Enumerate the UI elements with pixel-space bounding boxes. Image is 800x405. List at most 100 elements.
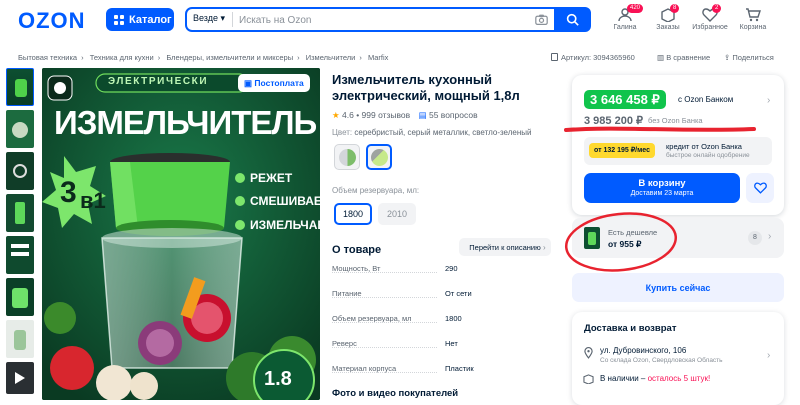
postpay-badge[interactable]: ▣ Постоплата bbox=[238, 74, 310, 92]
breadcrumb-item[interactable]: Marfix bbox=[368, 53, 388, 62]
thumbnail[interactable] bbox=[6, 152, 34, 190]
nav-cart[interactable]: Корзина bbox=[735, 8, 771, 31]
image-badge: ЭЛЕКТРИЧЕСКИ bbox=[108, 76, 209, 87]
customer-media-heading: Фото и видео покупателей bbox=[332, 388, 459, 399]
search-scope-select[interactable]: Везде ▾ bbox=[193, 13, 225, 24]
spec-row: Мощность, Вт 290 bbox=[332, 264, 458, 273]
questions-icon: ▤ bbox=[418, 110, 427, 120]
volume-option-selected[interactable]: 1800 bbox=[334, 203, 372, 225]
image-headline: ИЗМЕЛЬЧИТЕЛЬ bbox=[54, 104, 317, 141]
catalog-button[interactable]: Каталог bbox=[106, 8, 174, 31]
card-price[interactable]: 3 646 458 ₽ bbox=[584, 90, 666, 109]
image-in-one: в1 bbox=[80, 188, 106, 213]
delivery-date: Доставим 23 марта bbox=[630, 190, 694, 197]
credit-title: кредит от Ozon Банка bbox=[666, 142, 742, 151]
camera-icon[interactable] bbox=[535, 13, 548, 26]
stock-left: осталось 5 штук! bbox=[647, 374, 711, 383]
thumbnail[interactable] bbox=[6, 320, 34, 358]
rating-row: ★ 4.6 • 999 отзывов ▤ 55 вопросов bbox=[332, 110, 478, 120]
spec-row: Объем резервуара, мл 1800 bbox=[332, 314, 462, 323]
chevron-right-icon[interactable]: › bbox=[543, 243, 546, 252]
color-swatch-selected[interactable] bbox=[366, 144, 392, 170]
nav-label: Заказы bbox=[656, 24, 680, 31]
volume-option[interactable]: 2010 bbox=[378, 203, 416, 225]
credit-offer[interactable]: от 132 195 ₽/мес кредит от Ozon Банка бы… bbox=[584, 137, 772, 165]
thumbnail[interactable] bbox=[6, 194, 34, 232]
thumbnail[interactable] bbox=[6, 68, 34, 106]
cheaper-title: Есть дешевле bbox=[608, 228, 658, 237]
nav-favorites[interactable]: 2 Избранное bbox=[692, 4, 728, 31]
credit-amount: от 132 195 ₽/мес bbox=[589, 143, 655, 158]
color-row: Цвет: серебристый, серый металлик, светл… bbox=[332, 128, 532, 137]
catalog-label: Каталог bbox=[129, 13, 172, 26]
location-pin-icon bbox=[584, 347, 593, 359]
chevron-right-icon[interactable]: › bbox=[767, 350, 770, 361]
nav-label: Галина bbox=[613, 24, 637, 31]
color-swatch[interactable] bbox=[334, 144, 360, 170]
compare-link[interactable]: ▥ В сравнение bbox=[657, 53, 710, 62]
thumbnail[interactable] bbox=[6, 278, 34, 316]
search-input[interactable] bbox=[239, 11, 519, 29]
spec-row: Реверс Нет bbox=[332, 339, 458, 348]
cart-label: В корзину bbox=[638, 178, 686, 189]
regular-price-label: без Ozon Банка bbox=[648, 116, 703, 125]
play-icon bbox=[15, 372, 25, 384]
product-title: Измельчитель кухонный электрический, мощ… bbox=[332, 72, 520, 103]
orders-badge: 8 bbox=[670, 4, 680, 13]
ozon-logo[interactable]: OZON bbox=[18, 8, 86, 34]
delivery-warehouse: Со склада Ozon, Свердловская Область bbox=[600, 357, 723, 364]
questions-link[interactable]: 55 вопросов bbox=[429, 110, 478, 120]
nav-label: Корзина bbox=[739, 24, 767, 31]
spec-row: Материал корпуса Пластик bbox=[332, 364, 474, 373]
card-price-label: с Ozon Банком bbox=[678, 95, 734, 104]
favorites-badge: 2 bbox=[712, 4, 722, 13]
add-to-cart-button[interactable]: В корзину Доставим 23 марта bbox=[584, 173, 740, 203]
favorite-button[interactable] bbox=[746, 173, 774, 203]
header: OZON Каталог Везде ▾ 420 Галина 8 Заказы… bbox=[0, 0, 800, 40]
delivery-address[interactable]: ул. Дубровинского, 106 bbox=[600, 346, 686, 355]
price-card: 3 646 458 ₽ с Ozon Банком › 3 985 200 ₽ … bbox=[572, 75, 784, 215]
chevron-right-icon: › bbox=[768, 231, 772, 242]
cart-icon bbox=[746, 8, 761, 22]
image-three: 3 bbox=[60, 176, 77, 209]
breadcrumb: Бытовая техника › Техника для кухни › Блен… bbox=[18, 53, 389, 62]
calendar-icon: ▣ bbox=[244, 78, 253, 88]
nav-profile[interactable]: 420 Галина bbox=[607, 4, 644, 31]
thumbnail[interactable] bbox=[6, 110, 34, 148]
video-thumbnail[interactable] bbox=[6, 362, 34, 394]
cheaper-offer[interactable]: Есть дешевле от 955 ₽ 8 › bbox=[572, 218, 784, 258]
chevron-right-icon[interactable]: › bbox=[767, 95, 770, 106]
star-icon: ★ bbox=[332, 110, 340, 120]
search-icon bbox=[566, 13, 579, 26]
regular-price: 3 985 200 ₽ bbox=[584, 115, 643, 127]
copy-icon bbox=[551, 53, 558, 61]
image-liters: 1.8 bbox=[264, 368, 292, 390]
share-icon: ⇪ bbox=[724, 53, 731, 62]
rating-value: 4.6 bbox=[342, 110, 354, 120]
cheaper-count: 8 bbox=[748, 231, 762, 245]
thumbnail[interactable] bbox=[6, 236, 34, 274]
breadcrumb-item[interactable]: Техника для кухни bbox=[90, 53, 154, 62]
goto-description-button[interactable]: Перейти к описанию bbox=[459, 238, 551, 256]
spec-row: Питание От сети bbox=[332, 289, 472, 298]
nav-orders[interactable]: 8 Заказы bbox=[650, 4, 686, 31]
buy-now-button[interactable]: Купить сейчас bbox=[572, 273, 784, 302]
box-icon bbox=[583, 374, 594, 384]
profile-badge: 420 bbox=[627, 4, 644, 13]
nav-label: Избранное bbox=[692, 24, 728, 31]
breadcrumb-item[interactable]: Блендеры, измельчители и миксеры bbox=[166, 53, 293, 62]
volume-label: Объем резервуара, мл: bbox=[332, 186, 420, 195]
share-link[interactable]: ⇪ Поделиться bbox=[724, 53, 774, 62]
image-feature: СМЕШИВАЕТ bbox=[250, 194, 320, 208]
delivery-heading: Доставка и возврат bbox=[584, 323, 677, 334]
delivery-card: Доставка и возврат ул. Дубровинского, 10… bbox=[572, 312, 784, 405]
article-number[interactable]: Артикул: 3094365960 bbox=[551, 53, 635, 62]
about-heading: О товаре bbox=[332, 244, 382, 256]
search-button[interactable] bbox=[554, 7, 591, 32]
product-image[interactable]: ЭЛЕКТРИЧЕСКИ ▣ Постоплата ИЗМЕЛЬЧИТЕЛЬ 3… bbox=[42, 68, 320, 400]
reviews-link[interactable]: 999 отзывов bbox=[362, 110, 411, 120]
breadcrumb-item[interactable]: Измельчители bbox=[306, 53, 356, 62]
breadcrumb-item[interactable]: Бытовая техника bbox=[18, 53, 77, 62]
cheaper-thumbnail bbox=[584, 227, 600, 249]
search-bar: Везде ▾ bbox=[185, 7, 591, 32]
